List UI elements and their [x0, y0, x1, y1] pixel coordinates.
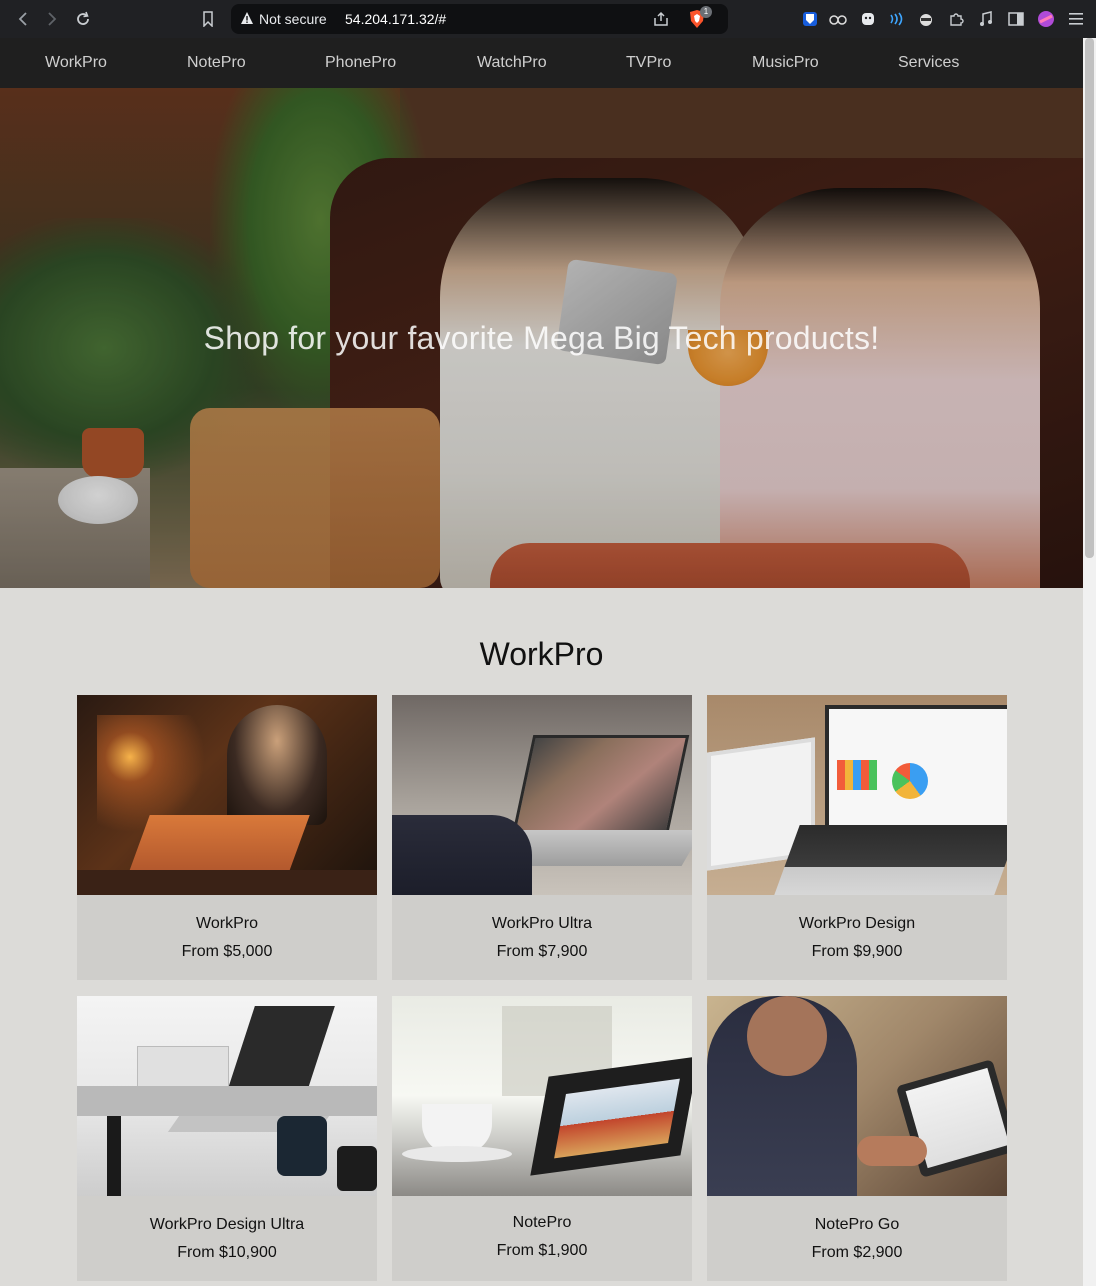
nav-link-musicpro[interactable]: MusicPro — [752, 54, 819, 72]
forward-icon[interactable] — [41, 8, 63, 30]
product-card[interactable]: WorkPro Design From $9,900 — [707, 695, 1007, 980]
nav-link-phonepro[interactable]: PhonePro — [325, 54, 396, 72]
site-nav: WorkPro NotePro PhonePro WatchPro TVPro … — [0, 38, 1083, 88]
product-name[interactable]: NotePro — [392, 1214, 692, 1232]
product-price: From $10,900 — [177, 1244, 277, 1261]
product-card[interactable]: WorkPro Design Ultra From $10,900 — [77, 996, 377, 1281]
address-bar[interactable]: Not secure 54.204.171.32/# 1 — [231, 4, 728, 34]
product-image[interactable] — [77, 996, 377, 1196]
nav-link-tvpro[interactable]: TVPro — [626, 54, 671, 72]
reload-icon[interactable] — [72, 8, 94, 30]
product-name[interactable]: WorkPro Design — [707, 915, 1007, 933]
nav-link-workpro[interactable]: WorkPro — [45, 54, 107, 72]
music-icon[interactable] — [976, 9, 996, 29]
nav-link-watchpro[interactable]: WatchPro — [477, 54, 547, 72]
security-label[interactable]: Not secure — [259, 11, 327, 27]
product-name[interactable]: WorkPro Design Ultra — [77, 1216, 377, 1234]
product-price: From $7,900 — [496, 943, 588, 960]
product-card[interactable]: NotePro Go From $2,900 — [707, 996, 1007, 1281]
scrollbar-thumb[interactable] — [1085, 38, 1094, 558]
url-text[interactable]: 54.204.171.32/# — [345, 11, 446, 27]
product-card[interactable]: NotePro From $1,900 — [392, 996, 692, 1281]
product-name[interactable]: WorkPro — [77, 915, 377, 933]
nav-link-services[interactable]: Services — [898, 54, 959, 72]
hero-headline: Shop for your favorite Mega Big Tech pro… — [203, 320, 880, 356]
menu-icon[interactable] — [1066, 9, 1086, 29]
ghost-icon[interactable] — [858, 9, 878, 29]
glasses-icon[interactable] — [828, 9, 848, 29]
page-scrollbar[interactable] — [1083, 38, 1096, 1286]
hero-banner: Shop for your favorite Mega Big Tech pro… — [0, 88, 1083, 588]
product-image[interactable] — [707, 695, 1007, 895]
product-card[interactable]: WorkPro Ultra From $7,900 — [392, 695, 692, 980]
browser-toolbar: Not secure 54.204.171.32/# 1 — [0, 0, 1096, 38]
product-image[interactable] — [392, 695, 692, 895]
raccoon-icon[interactable] — [916, 9, 936, 29]
product-price: From $1,900 — [496, 1242, 588, 1259]
product-card[interactable]: WorkPro From $5,000 — [77, 695, 377, 980]
wave-icon[interactable] — [886, 9, 906, 29]
product-price: From $2,900 — [811, 1244, 903, 1261]
bookmark-icon[interactable] — [197, 8, 219, 30]
product-price: From $9,900 — [811, 943, 903, 960]
product-image[interactable] — [77, 695, 377, 895]
bitwarden-icon[interactable] — [800, 9, 820, 29]
shields-count-badge: 1 — [700, 6, 712, 18]
share-icon[interactable] — [653, 11, 669, 27]
section-title: WorkPro — [479, 636, 604, 672]
warning-icon — [241, 12, 253, 24]
product-name[interactable]: NotePro Go — [707, 1216, 1007, 1234]
back-icon[interactable] — [12, 8, 34, 30]
product-image[interactable] — [707, 996, 1007, 1196]
product-name[interactable]: WorkPro Ultra — [392, 915, 692, 933]
product-image[interactable] — [392, 996, 692, 1196]
product-price: From $5,000 — [181, 943, 273, 960]
puzzle-icon[interactable] — [946, 9, 966, 29]
nav-link-notepro[interactable]: NotePro — [187, 54, 246, 72]
profile-avatar-icon[interactable] — [1036, 9, 1056, 29]
sidebar-icon[interactable] — [1006, 9, 1026, 29]
